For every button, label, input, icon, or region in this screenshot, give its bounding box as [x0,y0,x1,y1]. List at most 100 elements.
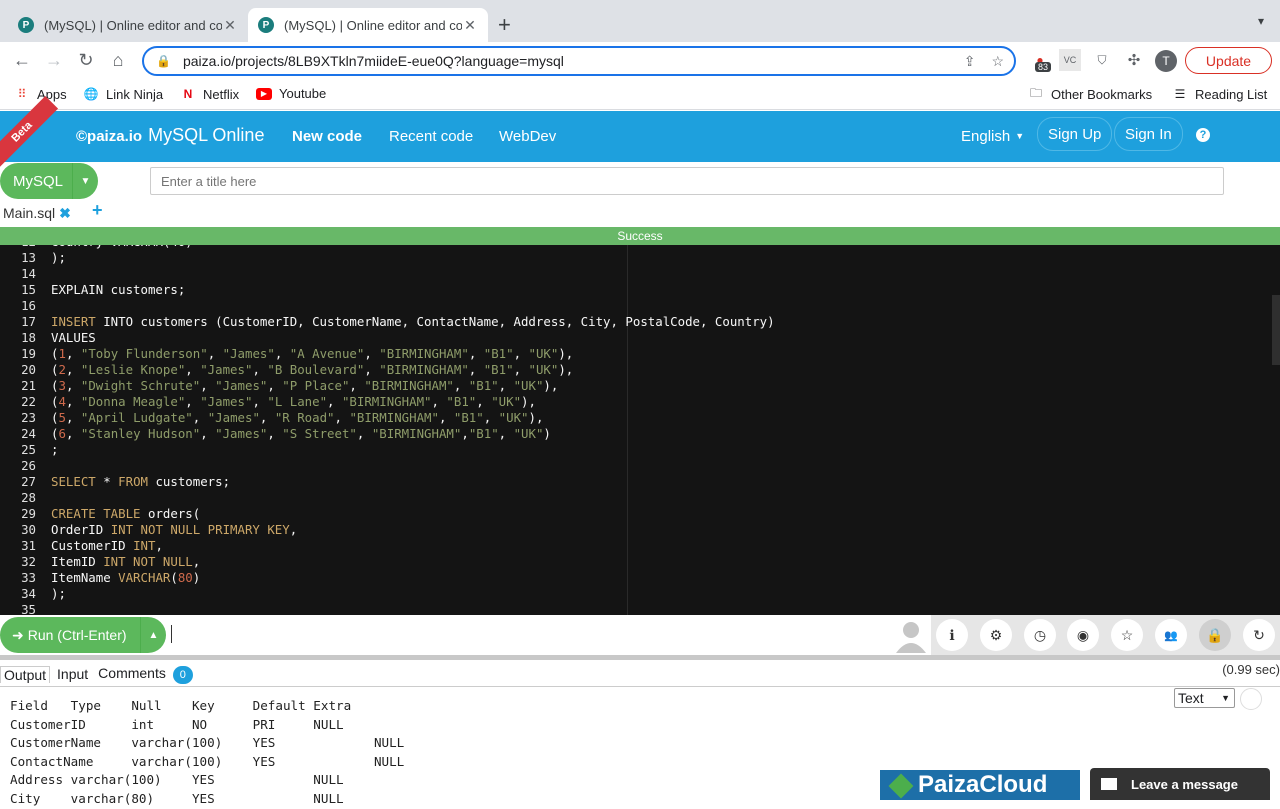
output-tabs: Output Input Comments 0 [0,663,204,685]
nav-new-code[interactable]: New code [292,128,362,145]
code-token: ); [51,250,66,265]
tab-output[interactable]: Output [0,665,51,683]
code-token: "B1" [453,410,484,425]
code-token: "James" [200,394,253,409]
back-icon[interactable]: ← [10,48,34,72]
code-text: ); [36,586,66,602]
code-text: CREATE TABLE orders( [36,506,200,522]
code-text: ItemID INT NOT NULL, [36,554,200,570]
browser-toolbar: ← → ↻ ⌂ 🔒 paiza.io/projects/8LB9XTkln7mi… [0,42,1280,78]
leave-message-button[interactable]: Leave a message [1090,768,1270,800]
code-token: "B1" [468,378,499,393]
code-token: ) [543,426,551,441]
extensions-puzzle-icon[interactable]: ✣ [1123,49,1145,71]
line-number: 19 [21,346,36,361]
code-token: INT [133,538,156,553]
bookmark-netflix[interactable]: N Netflix [180,86,239,102]
collaborate-users-icon[interactable]: 👥 [1155,619,1187,651]
code-token: ItemID [51,554,104,569]
paizacloud-logo-icon [888,773,914,799]
nav-webdev[interactable]: WebDev [499,128,556,145]
code-line: 25; [0,442,775,458]
code-token: "Leslie Knope" [80,362,186,377]
code-token: , [65,378,81,393]
code-token: , [334,410,350,425]
sign-in-button[interactable]: Sign In [1114,117,1183,151]
code-token: 6 [58,426,66,441]
extension-shield-icon[interactable]: ⛉ [1091,49,1113,71]
other-bookmarks[interactable]: 🗀 Other Bookmarks [1028,86,1152,102]
info-icon[interactable]: ℹ [936,619,968,651]
close-file-icon[interactable]: ✖ [59,205,71,222]
youtube-icon: ▶ [256,87,272,100]
browser-tab-2[interactable]: P (MySQL) | Online editor and co ✕ [248,8,488,42]
favorite-star-icon[interactable]: ☆ [1111,619,1143,651]
caret-down-icon[interactable]: ▼ [72,163,98,199]
code-token: , [274,346,290,361]
history-clock-icon[interactable]: ◷ [1024,619,1056,651]
code-token: INSERT [51,314,96,329]
language-menu[interactable]: English ▼ [961,121,1024,151]
code-token: , [65,394,81,409]
line-number: 27 [21,474,36,489]
chrome-update-button[interactable]: Update [1185,47,1272,74]
lock-icon[interactable]: 🔒 [1199,619,1231,651]
tab-comments[interactable]: Comments 0 [95,665,200,684]
tab-input[interactable]: Input [54,666,91,682]
output-line: CustomerID int NO PRI NULL [10,716,344,732]
panel-splitter[interactable] [0,655,1280,660]
envelope-icon [1101,778,1117,790]
help-icon[interactable]: ? [1196,128,1210,142]
close-tab-icon[interactable]: ✕ [222,17,238,34]
run-button[interactable]: ➜ Run (Ctrl-Enter) ▲ [0,617,166,653]
code-token: "Stanley Hudson" [80,426,201,441]
code-token: "B1" [468,426,499,441]
editor-scrollbar[interactable] [1272,295,1280,365]
stdin-cursor[interactable] [171,625,172,643]
address-bar[interactable]: 🔒 paiza.io/projects/8LB9XTkln7miideE-eue… [142,46,1016,76]
language-select-button[interactable]: MySQL ▼ [0,163,98,199]
close-tab-icon[interactable]: ✕ [462,17,478,34]
bookmark-star-icon[interactable]: ☆ [991,53,1004,70]
extension-vc-icon[interactable]: VC [1059,49,1081,71]
sign-up-button[interactable]: Sign Up [1037,117,1113,151]
paizacloud-banner[interactable]: PaizaCloud [880,770,1080,800]
bookmark-link-ninja[interactable]: 🌐 Link Ninja [83,86,164,102]
code-token: ItemName [51,570,119,585]
add-file-icon[interactable]: + [92,200,103,221]
comments-count-badge: 0 [172,665,193,684]
new-tab-icon[interactable]: + [498,12,511,38]
code-text: OrderID INT NOT NULL PRIMARY KEY, [36,522,297,538]
output-line: Field Type Null Key Default Extra [10,698,352,713]
profile-avatar[interactable]: T [1155,50,1177,72]
file-tab-main-sql[interactable]: Main.sql ✖ [0,202,71,224]
reload-icon[interactable]: ↻ [74,48,98,72]
code-token: 2 [58,362,66,377]
reading-list[interactable]: ☰ Reading List [1172,86,1268,102]
paiza-logo[interactable]: ©paiza.io MySQL Online [76,125,264,146]
title-input[interactable] [150,167,1224,195]
tab-search-chevron-icon[interactable]: ▾ [1258,14,1264,28]
line-number: 16 [21,298,36,313]
nav-recent-code[interactable]: Recent code [389,128,473,145]
output-format-select[interactable]: Text ▼ [1174,688,1235,708]
code-editor[interactable]: 12Country VARCHAR(40)13);1415EXPLAIN cus… [0,245,1280,615]
signin-wrap: Sign In [1114,117,1183,151]
code-token: , [65,346,81,361]
code-token: ; [51,442,59,457]
bookmark-youtube[interactable]: ▶ Youtube [256,86,326,101]
code-token: , [438,410,454,425]
code-line: 22 (4, "Donna Meagle", "James", "L Lane",… [0,394,775,410]
share-icon[interactable]: ⇪ [964,53,976,70]
github-icon[interactable]: ◉ [1067,619,1099,651]
browser-tab-1[interactable]: P (MySQL) | Online editor and co ✕ [8,8,248,42]
forward-icon[interactable]: → [42,48,66,72]
settings-gear-icon[interactable]: ⚙ [980,619,1012,651]
run-options-caret-icon[interactable]: ▲ [140,617,166,653]
home-icon[interactable]: ⌂ [106,48,130,72]
play-circle-icon: ➜ [12,626,24,643]
share-redo-icon[interactable]: ↻ [1243,619,1275,651]
output-extra-button[interactable] [1240,688,1262,710]
paiza-favicon-icon: P [18,17,34,33]
